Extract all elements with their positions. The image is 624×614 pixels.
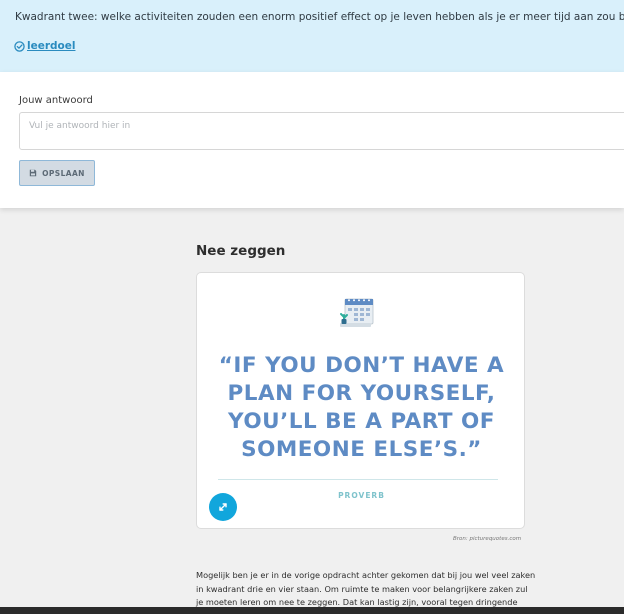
question-text: Kwadrant twee: welke activiteiten zouden… <box>15 11 624 23</box>
save-button-label: OPSLAAN <box>42 168 85 178</box>
quote-source: PROVERB <box>338 491 385 500</box>
expand-arrows-icon <box>219 503 227 511</box>
quote-line-1: “IF YOU DON’T HAVE A <box>218 353 505 378</box>
save-button[interactable]: OPSLAAN <box>19 160 95 186</box>
bottom-bar <box>0 607 624 614</box>
answer-card: Jouw antwoord OPSLAAN <box>0 72 624 208</box>
quote-card: “IF YOU DON’T HAVE A PLAN FOR YOURSELF, … <box>196 272 525 529</box>
target-check-icon <box>14 40 25 52</box>
leerdoel-link[interactable]: leerdoel <box>14 40 75 52</box>
answer-label: Jouw antwoord <box>19 95 93 106</box>
question-banner: Kwadrant twee: welke activiteiten zouden… <box>0 0 624 72</box>
floppy-disk-icon <box>29 169 37 177</box>
quote-divider <box>218 479 498 480</box>
image-credit: Bron: picturequotes.com <box>453 536 522 542</box>
calendar-illustration <box>340 298 374 327</box>
answer-input[interactable] <box>19 112 624 150</box>
section-title: Nee zeggen <box>196 243 286 259</box>
expand-button[interactable] <box>209 493 237 521</box>
quote-line-3: YOU’LL BE A PART OF <box>228 409 495 434</box>
leerdoel-label: leerdoel <box>27 40 76 52</box>
quote-line-4: SOMEONE ELSE’S.” <box>241 437 482 462</box>
quote-line-2: PLAN FOR YOURSELF, <box>227 381 496 406</box>
